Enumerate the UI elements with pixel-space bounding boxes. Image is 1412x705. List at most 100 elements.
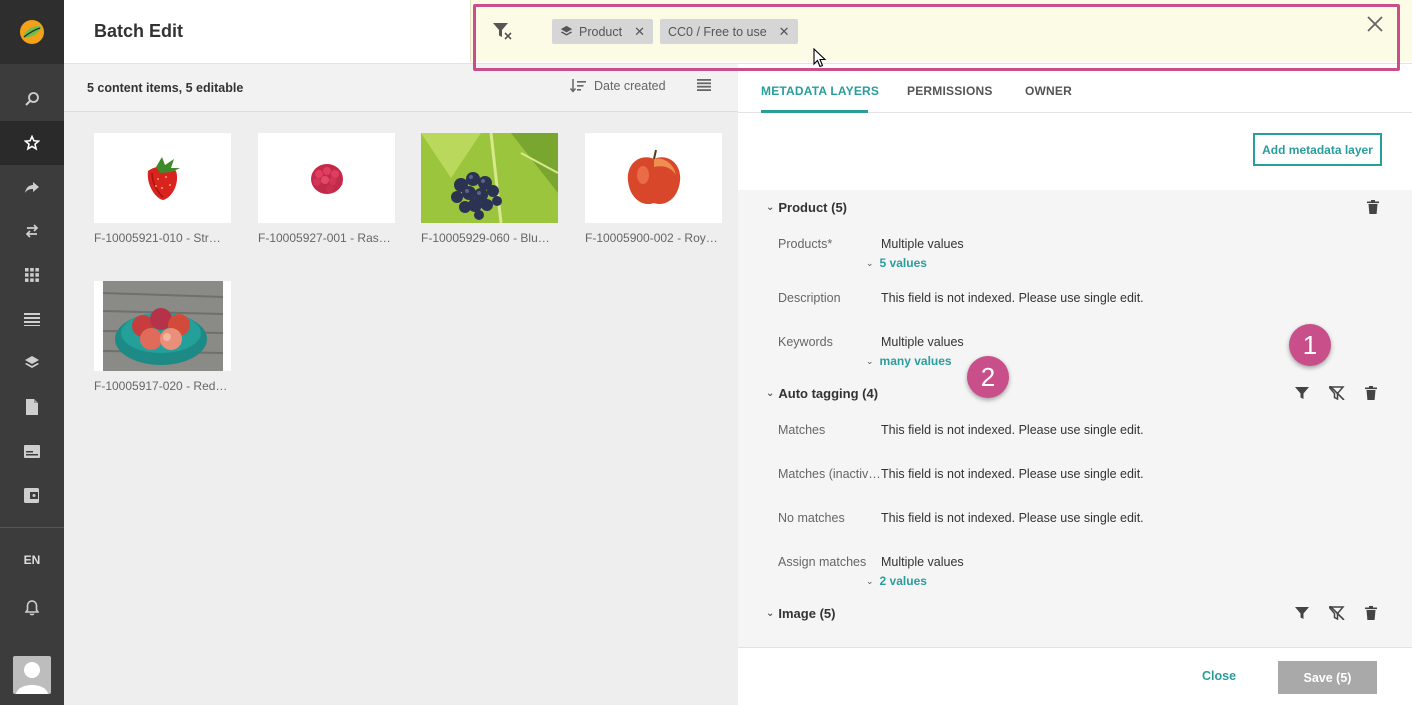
transfer-icon	[25, 224, 39, 238]
nav-grid[interactable]	[0, 253, 64, 297]
strawberry-image	[147, 157, 180, 200]
chip-label: Product	[579, 24, 623, 39]
star-icon	[24, 135, 40, 151]
nav-layers[interactable]	[0, 341, 64, 385]
annotation-badge-2: 2	[967, 356, 1009, 398]
field-value-products: Multiple values	[881, 237, 964, 251]
filter-clear-icon	[493, 23, 512, 40]
chevron-down-icon: ⌄	[766, 202, 775, 213]
chevron-down-icon: ⌄	[766, 388, 775, 399]
sort-selector[interactable]: Date created	[570, 79, 666, 93]
card-caption: F-10005929-060 - Blu…	[421, 231, 550, 245]
field-label-matches: Matches	[778, 423, 826, 437]
sort-label: Date created	[594, 79, 666, 93]
thumbnail-blueberries[interactable]	[421, 133, 558, 223]
nav-search[interactable]	[0, 77, 64, 121]
chevron-down-icon: ⌄	[866, 257, 874, 268]
remove-chip-icon[interactable]: ✕	[779, 24, 790, 40]
content-card[interactable]: F-10005917-020 - Red…	[94, 281, 231, 393]
content-toolbar: 5 content items, 5 editable Date created	[64, 64, 738, 112]
section-title: Auto tagging (4)	[778, 386, 879, 401]
card-caption: F-10005900-002 - Roy…	[585, 231, 718, 245]
page-title: Batch Edit	[94, 21, 184, 41]
filter-icon[interactable]	[1295, 386, 1309, 400]
tab-metadata-layers[interactable]: METADATA LAYERS	[761, 84, 879, 98]
tab-owner[interactable]: OWNER	[1025, 84, 1072, 98]
view-toggle[interactable]	[697, 79, 711, 94]
filter-icon[interactable]	[1295, 606, 1309, 620]
chevron-down-icon: ⌄	[766, 608, 775, 619]
nav-wallet[interactable]	[0, 473, 64, 517]
section-actions-auto-tagging	[1295, 386, 1377, 400]
trash-icon[interactable]	[1365, 386, 1377, 400]
annotation-badge-1: 1	[1289, 324, 1331, 366]
sort-icon	[570, 79, 586, 93]
active-tab-indicator	[761, 110, 868, 113]
list-icon	[24, 313, 40, 326]
expand-products-values[interactable]: ⌄ 5 values	[866, 256, 927, 270]
thumbnail-strawberry[interactable]	[94, 133, 231, 223]
values-link[interactable]: 2 values	[880, 574, 927, 588]
close-icon	[1367, 16, 1383, 32]
trash-icon[interactable]	[1365, 606, 1377, 620]
section-header-auto-tagging[interactable]: ⌄ Auto tagging (4)	[766, 386, 878, 401]
mouse-cursor	[813, 47, 827, 71]
left-nav-rail: EN	[0, 0, 64, 705]
section-title: Product (5)	[778, 200, 848, 215]
raspberry-image	[310, 164, 343, 194]
field-value-keywords: Multiple values	[881, 335, 964, 349]
section-header-image[interactable]: ⌄ Image (5)	[766, 606, 835, 621]
save-button[interactable]: Save (5)	[1278, 661, 1377, 694]
content-card[interactable]: F-10005921-010 - Str…	[94, 133, 231, 245]
field-value-no-matches: This field is not indexed. Please use si…	[881, 511, 1144, 525]
remove-chip-icon[interactable]: ✕	[634, 24, 645, 40]
nav-list[interactable]	[0, 297, 64, 341]
nav-card[interactable]	[0, 429, 64, 473]
values-link[interactable]: many values	[880, 354, 952, 368]
bell-icon	[25, 600, 39, 616]
batch-edit-panel: METADATA LAYERS PERMISSIONS OWNER Add me…	[738, 64, 1412, 705]
expand-keywords-values[interactable]: ⌄ many values	[866, 354, 952, 368]
field-label-matches-inactive: Matches (inactiv…	[778, 467, 881, 481]
clear-filters-button[interactable]	[493, 22, 513, 43]
thumbnail-apple[interactable]	[585, 133, 722, 223]
app-logo[interactable]	[0, 0, 64, 64]
filter-clear-icon[interactable]	[1329, 606, 1345, 620]
close-filter-bar-button[interactable]	[1367, 16, 1383, 35]
nav-notifications[interactable]	[0, 586, 64, 630]
close-button[interactable]: Close	[1202, 669, 1236, 683]
thumbnail-apple-bowl[interactable]	[94, 281, 231, 371]
search-icon	[25, 92, 39, 106]
nav-favorites[interactable]	[0, 121, 64, 165]
content-card[interactable]: F-10005927-001 - Ras…	[258, 133, 395, 245]
layers-icon	[560, 25, 573, 36]
apple-bowl-image	[102, 281, 223, 371]
content-card[interactable]: F-10005900-002 - Roy…	[585, 133, 722, 245]
section-header-product[interactable]: ⌄ Product (5)	[766, 200, 847, 215]
metadata-layers-list: ⌄ Product (5) Products* Multiple values …	[738, 190, 1412, 647]
content-card[interactable]: F-10005929-060 - Blu…	[421, 133, 558, 245]
section-actions-image	[1295, 606, 1377, 620]
panel-footer: Close Save (5)	[738, 647, 1412, 705]
thumbnail-raspberry[interactable]	[258, 133, 395, 223]
filter-chip-product[interactable]: Product ✕	[552, 19, 653, 44]
nav-share[interactable]	[0, 165, 64, 209]
blueberries-image	[421, 133, 558, 223]
values-link[interactable]: 5 values	[880, 256, 927, 270]
trash-icon[interactable]	[1367, 200, 1379, 214]
rail-divider	[0, 527, 64, 528]
filter-clear-icon[interactable]	[1329, 386, 1345, 400]
language-selector[interactable]: EN	[0, 542, 64, 578]
tab-permissions[interactable]: PERMISSIONS	[907, 84, 993, 98]
chevron-down-icon: ⌄	[866, 355, 874, 366]
card-caption: F-10005917-020 - Red…	[94, 379, 228, 393]
user-avatar[interactable]	[13, 656, 51, 694]
filter-chip-cc0[interactable]: CC0 / Free to use ✕	[660, 19, 798, 44]
nav-transfer[interactable]	[0, 209, 64, 253]
content-count: 5 content items, 5 editable	[87, 81, 244, 95]
field-label-no-matches: No matches	[778, 511, 845, 525]
chip-label: CC0 / Free to use	[668, 24, 767, 39]
expand-assign-values[interactable]: ⌄ 2 values	[866, 574, 927, 588]
add-metadata-layer-button[interactable]: Add metadata layer	[1253, 133, 1382, 166]
nav-document[interactable]	[0, 385, 64, 429]
